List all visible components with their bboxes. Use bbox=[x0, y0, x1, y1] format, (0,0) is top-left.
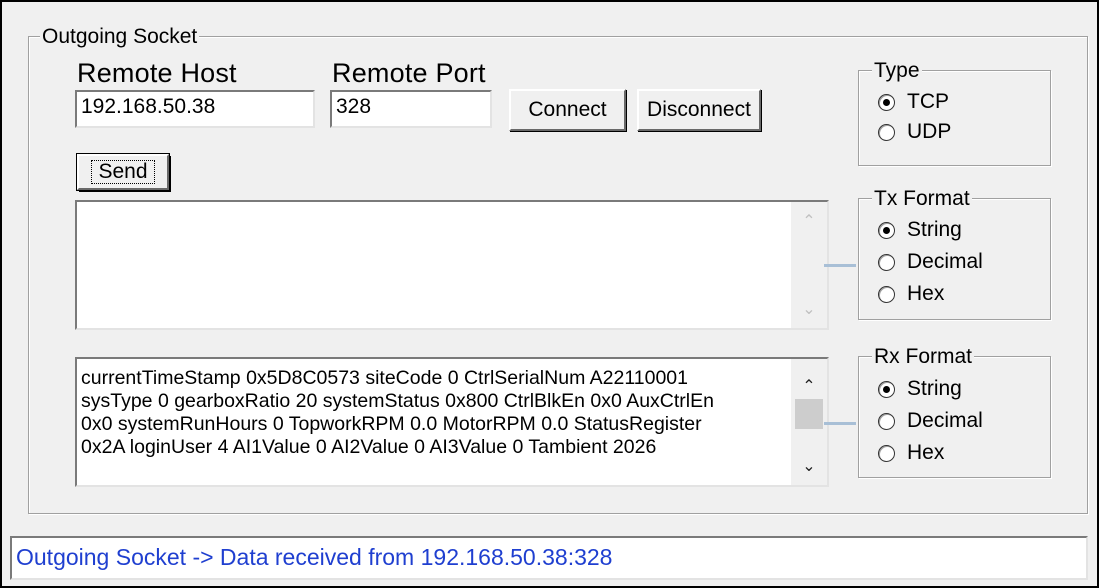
remote-host-label: Remote Host bbox=[77, 58, 237, 88]
type-udp-label: UDP bbox=[907, 120, 952, 143]
rx-scrollbar[interactable]: ⌃ ⌄ bbox=[791, 359, 827, 485]
disconnect-button[interactable]: Disconnect bbox=[637, 89, 761, 131]
rx-line: 0x0 systemRunHours 0 TopworkRPM 0.0 Moto… bbox=[81, 413, 702, 435]
rx-message-text: currentTimeStamp 0x5D8C0573 siteCode 0 C… bbox=[81, 367, 787, 459]
tx-format-string-radio[interactable]: String bbox=[878, 218, 962, 242]
tx-format-hex-label: Hex bbox=[907, 282, 945, 305]
remote-port-label: Remote Port bbox=[332, 58, 486, 88]
radio-button[interactable] bbox=[878, 221, 895, 239]
rx-format-string-label: String bbox=[907, 377, 962, 400]
type-tcp-label: TCP bbox=[907, 90, 949, 113]
rx-format-hex-label: Hex bbox=[907, 441, 945, 464]
rx-line: sysType 0 gearboxRatio 20 systemStatus 0… bbox=[81, 390, 714, 412]
radio-button[interactable] bbox=[878, 93, 895, 111]
rx-message-textarea[interactable]: currentTimeStamp 0x5D8C0573 siteCode 0 C… bbox=[75, 357, 829, 487]
radio-button[interactable] bbox=[878, 412, 895, 430]
rx-format-connector bbox=[824, 422, 856, 425]
rx-scroll-thumb[interactable] bbox=[795, 399, 823, 429]
chevron-up-icon[interactable]: ⌃ bbox=[791, 371, 827, 401]
tx-format-decimal-radio[interactable]: Decimal bbox=[878, 250, 983, 274]
chevron-down-icon[interactable]: ⌄ bbox=[791, 294, 827, 324]
status-message: Outgoing Socket -> Data received from 19… bbox=[10, 536, 1088, 580]
rx-format-hex-radio[interactable]: Hex bbox=[878, 441, 944, 465]
disconnect-button-label: Disconnect bbox=[647, 98, 751, 121]
type-udp-radio[interactable]: UDP bbox=[878, 120, 951, 144]
rx-line: 0x2A loginUser 4 AI1Value 0 AI2Value 0 A… bbox=[81, 436, 657, 458]
tx-format-hex-radio[interactable]: Hex bbox=[878, 282, 944, 306]
rx-line: currentTimeStamp 0x5D8C0573 siteCode 0 C… bbox=[81, 367, 688, 389]
connect-button-label: Connect bbox=[528, 98, 607, 121]
radio-button[interactable] bbox=[878, 253, 895, 271]
radio-button[interactable] bbox=[878, 380, 895, 398]
type-group-title: Type bbox=[872, 59, 922, 82]
send-button-label: Send bbox=[91, 160, 155, 184]
radio-button[interactable] bbox=[878, 444, 895, 462]
socket-window: Outgoing Socket Remote Host Remote Port … bbox=[0, 0, 1099, 588]
rx-format-string-radio[interactable]: String bbox=[878, 377, 962, 401]
rx-format-decimal-radio[interactable]: Decimal bbox=[878, 409, 983, 433]
tx-format-connector bbox=[824, 264, 856, 267]
chevron-down-icon[interactable]: ⌄ bbox=[791, 451, 827, 481]
rx-format-decimal-label: Decimal bbox=[907, 409, 983, 432]
remote-port-input[interactable]: 328 bbox=[330, 90, 492, 128]
type-group bbox=[858, 70, 1051, 166]
remote-host-input[interactable]: 192.168.50.38 bbox=[75, 90, 315, 128]
tx-format-title: Tx Format bbox=[872, 187, 972, 210]
connect-button[interactable]: Connect bbox=[509, 89, 626, 131]
outgoing-socket-title: Outgoing Socket bbox=[40, 25, 200, 48]
tx-scrollbar[interactable]: ⌃ ⌄ bbox=[791, 202, 827, 328]
radio-button[interactable] bbox=[878, 285, 895, 303]
tx-message-textarea[interactable]: ⌃ ⌄ bbox=[75, 200, 829, 330]
type-tcp-radio[interactable]: TCP bbox=[878, 90, 949, 114]
radio-button[interactable] bbox=[878, 123, 895, 141]
tx-format-string-label: String bbox=[907, 218, 962, 241]
send-button[interactable]: Send bbox=[77, 154, 169, 190]
chevron-up-icon[interactable]: ⌃ bbox=[791, 206, 827, 236]
rx-format-title: Rx Format bbox=[872, 345, 975, 368]
tx-format-decimal-label: Decimal bbox=[907, 250, 983, 273]
